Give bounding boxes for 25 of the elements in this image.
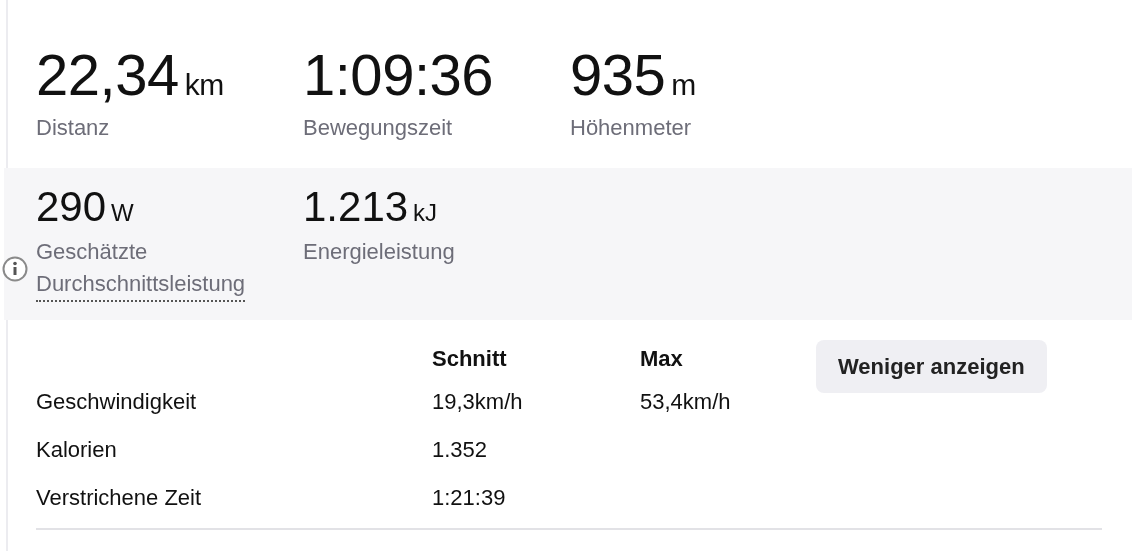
stat-label: Energieleistung	[303, 238, 455, 264]
stat-label[interactable]: Geschätzte Durchschnittsleistung	[36, 235, 246, 302]
table-cell: 1:21:39	[432, 485, 506, 511]
stat-unit: W	[111, 198, 134, 226]
table-cell: 53,4km/h	[640, 389, 731, 415]
table-cell: 19,3km/h	[432, 389, 523, 415]
info-icon[interactable]	[2, 255, 28, 282]
stat-label: Bewegungszeit	[303, 115, 453, 140]
row-label: Kalorien	[36, 437, 117, 463]
stat-unit: km	[184, 68, 224, 101]
stat-value: 290	[36, 182, 107, 230]
stat-label: Distanz	[36, 115, 110, 140]
column-header: Max	[640, 346, 683, 372]
stat-unit: m	[671, 68, 696, 101]
column-header: Schnitt	[432, 346, 507, 372]
stat-value: 935	[570, 42, 666, 107]
row-label: Geschwindigkeit	[36, 389, 197, 415]
stat-value: 1:09:36	[303, 42, 493, 107]
show-less-button[interactable]: Weniger anzeigen	[816, 339, 1047, 393]
row-label: Verstrichene Zeit	[36, 485, 202, 511]
stat-value: 1.213	[303, 182, 409, 230]
table-cell: 1.352	[432, 437, 488, 463]
stat-unit: kJ	[413, 198, 438, 226]
stat-label: Höhenmeter	[570, 115, 692, 140]
stat-value: 22,34	[36, 42, 179, 107]
